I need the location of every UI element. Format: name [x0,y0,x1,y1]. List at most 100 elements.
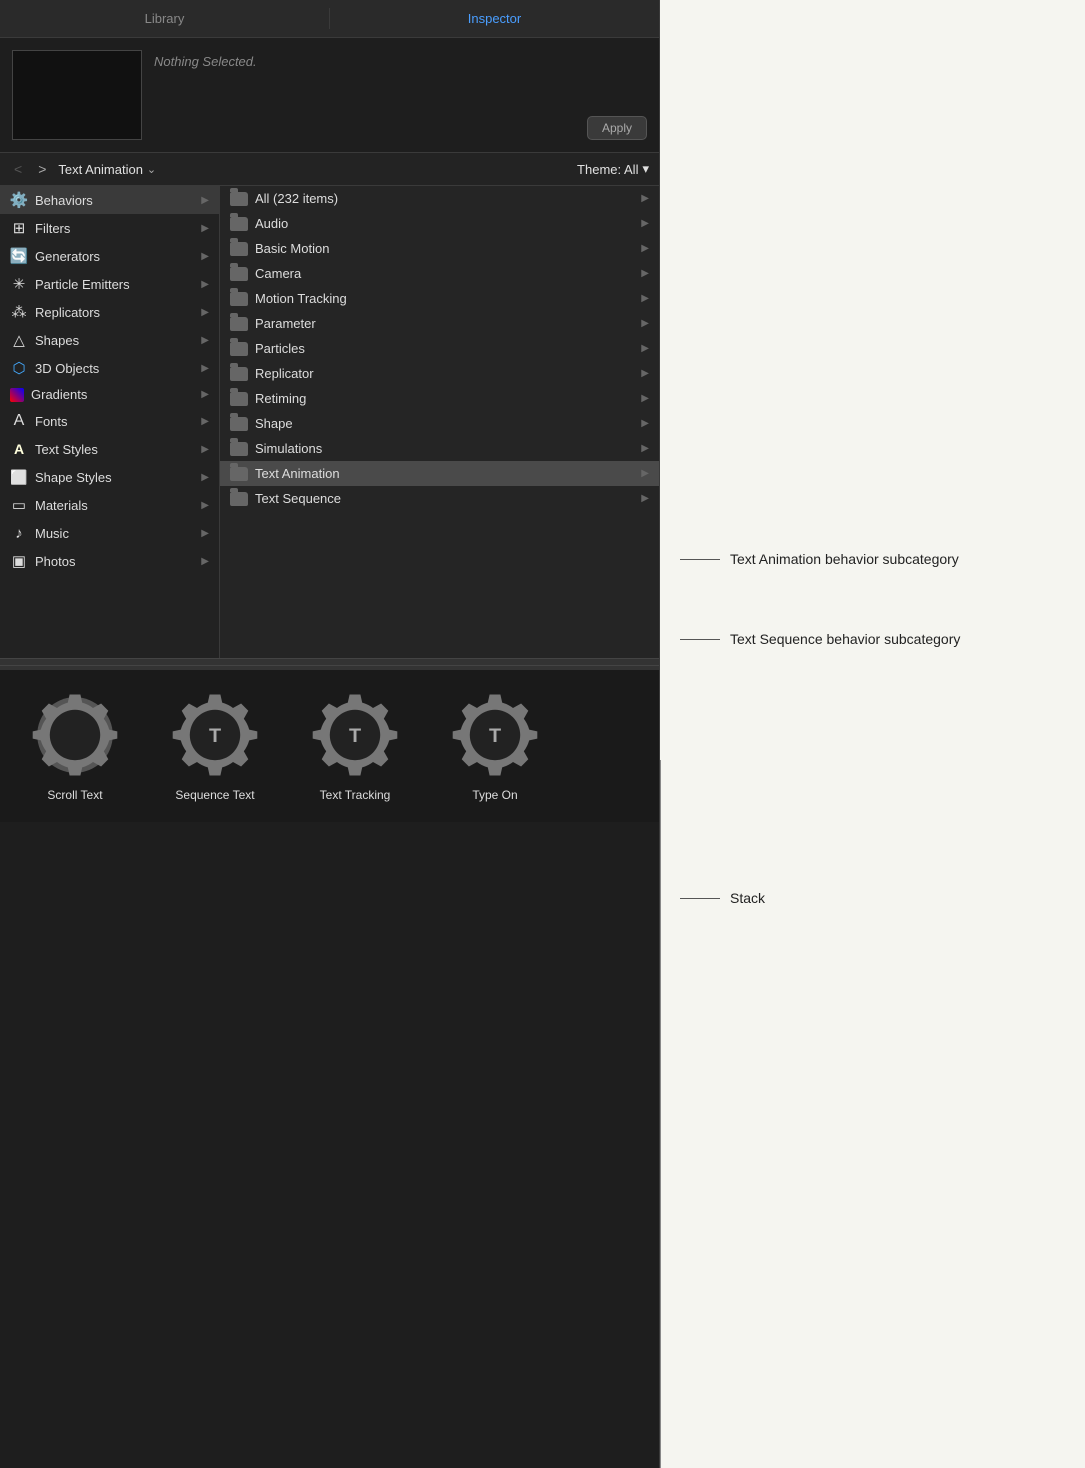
folder-icon-text-animation [230,467,248,481]
theme-chevron-icon: ▾ [642,161,649,177]
text-styles-icon: A [10,440,28,458]
subcategory-retiming-arrow: ▶ [641,393,649,404]
subcategory-motion-tracking-arrow: ▶ [641,293,649,304]
text-styles-arrow-icon: ▶ [201,444,209,455]
generators-icon: 🔄 [10,247,28,265]
sidebar-item-music[interactable]: ♪ Music ▶ [0,519,219,547]
annotation-text-animation: Text Animation behavior subcategory [680,550,1065,570]
content-item-text-tracking[interactable]: T Text Tracking [295,690,415,802]
sidebar-item-shape-styles[interactable]: ⬜ Shape Styles ▶ [0,463,219,491]
subcategory-particles-arrow: ▶ [641,343,649,354]
subcategory-all[interactable]: All (232 items) ▶ [220,186,659,211]
sidebar-item-materials[interactable]: ▭ Materials ▶ [0,491,219,519]
nav-forward-button[interactable]: > [34,159,50,179]
music-icon: ♪ [10,524,28,542]
folder-icon-motion-tracking [230,292,248,306]
nav-back-button[interactable]: < [10,159,26,179]
behaviors-arrow-icon: ▶ [201,195,209,206]
tab-inspector[interactable]: Inspector [330,0,659,37]
subcategory-audio-arrow: ▶ [641,218,649,229]
theme-select[interactable]: Theme: All ▾ [577,161,649,177]
annotation-stack-label: Stack [730,889,765,909]
tab-library[interactable]: Library [0,0,329,37]
content-wrapper: Scroll Text T Sequence Text [0,666,659,1468]
subcategory-shape-arrow: ▶ [641,418,649,429]
annotation-text-sequence: Text Sequence behavior subcategory [680,630,1065,650]
content-item-scroll-text[interactable]: Scroll Text [15,690,135,802]
subcategory-text-sequence-arrow: ▶ [641,493,649,504]
behaviors-icon: ⚙️ [10,191,28,209]
replicators-icon: ⁂ [10,303,28,321]
nav-title-chevron: ⌄ [147,163,156,176]
nav-bar: < > Text Animation ⌄ Theme: All ▾ [0,153,659,186]
svg-text:T: T [349,725,361,747]
sidebar-item-particle-emitters[interactable]: ✳ Particle Emitters ▶ [0,270,219,298]
3d-objects-arrow-icon: ▶ [201,363,209,374]
svg-text:T: T [209,725,221,747]
subcategory-shape[interactable]: Shape ▶ [220,411,659,436]
sidebar-item-behaviors[interactable]: ⚙️ Behaviors ▶ [0,186,219,214]
svg-text:T: T [489,725,501,747]
particle-emitters-arrow-icon: ▶ [201,279,209,290]
annotation-dash-3 [680,898,720,899]
sidebar-item-gradients[interactable]: Gradients ▶ [0,382,219,407]
fonts-arrow-icon: ▶ [201,416,209,427]
shape-styles-arrow-icon: ▶ [201,472,209,483]
shape-styles-icon: ⬜ [10,468,28,486]
subcategory-audio[interactable]: Audio ▶ [220,211,659,236]
fonts-icon: A [10,412,28,430]
tab-bar: Library Inspector [0,0,659,38]
folder-icon-all [230,192,248,206]
sidebar-item-filters[interactable]: ⊞ Filters ▶ [0,214,219,242]
gear-wrapper-text-tracking: T [310,690,400,780]
generators-arrow-icon: ▶ [201,251,209,262]
folder-icon-retiming [230,392,248,406]
content-item-type-on[interactable]: T Type On [435,690,555,802]
stack-line [660,760,661,1468]
subcategory-list: All (232 items) ▶ Audio ▶ Basic Motion ▶… [220,186,659,658]
sidebar-item-fonts[interactable]: A Fonts ▶ [0,407,219,435]
subcategory-text-animation-arrow: ▶ [641,468,649,479]
sidebar-item-3d-objects[interactable]: ⬡ 3D Objects ▶ [0,354,219,382]
subcategory-motion-tracking[interactable]: Motion Tracking ▶ [220,286,659,311]
scroll-text-label: Scroll Text [47,788,102,802]
sidebar-item-generators[interactable]: 🔄 Generators ▶ [0,242,219,270]
apply-button[interactable]: Apply [587,116,647,140]
annotation-stack: Stack [680,889,1065,909]
folder-icon-camera [230,267,248,281]
content-item-sequence-text[interactable]: T Sequence Text [155,690,275,802]
photos-arrow-icon: ▶ [201,556,209,567]
gradients-icon [10,388,24,402]
shapes-icon: △ [10,331,28,349]
sidebar-item-replicators[interactable]: ⁂ Replicators ▶ [0,298,219,326]
subcategory-basic-motion[interactable]: Basic Motion ▶ [220,236,659,261]
sidebar-item-photos[interactable]: ▣ Photos ▶ [0,547,219,575]
folder-icon-particles [230,342,248,356]
browser: ⚙️ Behaviors ▶ ⊞ Filters ▶ 🔄 Generators … [0,186,659,658]
subcategory-replicator[interactable]: Replicator ▶ [220,361,659,386]
folder-icon-basic-motion [230,242,248,256]
gear-icon-type-on: T [450,690,540,780]
sidebar-item-shapes[interactable]: △ Shapes ▶ [0,326,219,354]
subcategory-simulations[interactable]: Simulations ▶ [220,436,659,461]
subcategory-particles[interactable]: Particles ▶ [220,336,659,361]
replicators-arrow-icon: ▶ [201,307,209,318]
folder-icon-simulations [230,442,248,456]
annotation-text-animation-label: Text Animation behavior subcategory [730,550,959,570]
sidebar-item-text-styles[interactable]: A Text Styles ▶ [0,435,219,463]
gear-icon-scroll-text [30,690,120,780]
nav-title[interactable]: Text Animation ⌄ [58,162,156,177]
gradients-arrow-icon: ▶ [201,389,209,400]
folder-icon-parameter [230,317,248,331]
sequence-text-label: Sequence Text [175,788,254,802]
subcategory-text-sequence[interactable]: Text Sequence ▶ [220,486,659,511]
subcategory-camera-arrow: ▶ [641,268,649,279]
subcategory-all-arrow: ▶ [641,193,649,204]
subcategory-text-animation[interactable]: Text Animation ▶ [220,461,659,486]
folder-icon-shape [230,417,248,431]
subcategory-parameter[interactable]: Parameter ▶ [220,311,659,336]
subcategory-camera[interactable]: Camera ▶ [220,261,659,286]
folder-icon-replicator [230,367,248,381]
type-on-label: Type On [472,788,517,802]
subcategory-retiming[interactable]: Retiming ▶ [220,386,659,411]
